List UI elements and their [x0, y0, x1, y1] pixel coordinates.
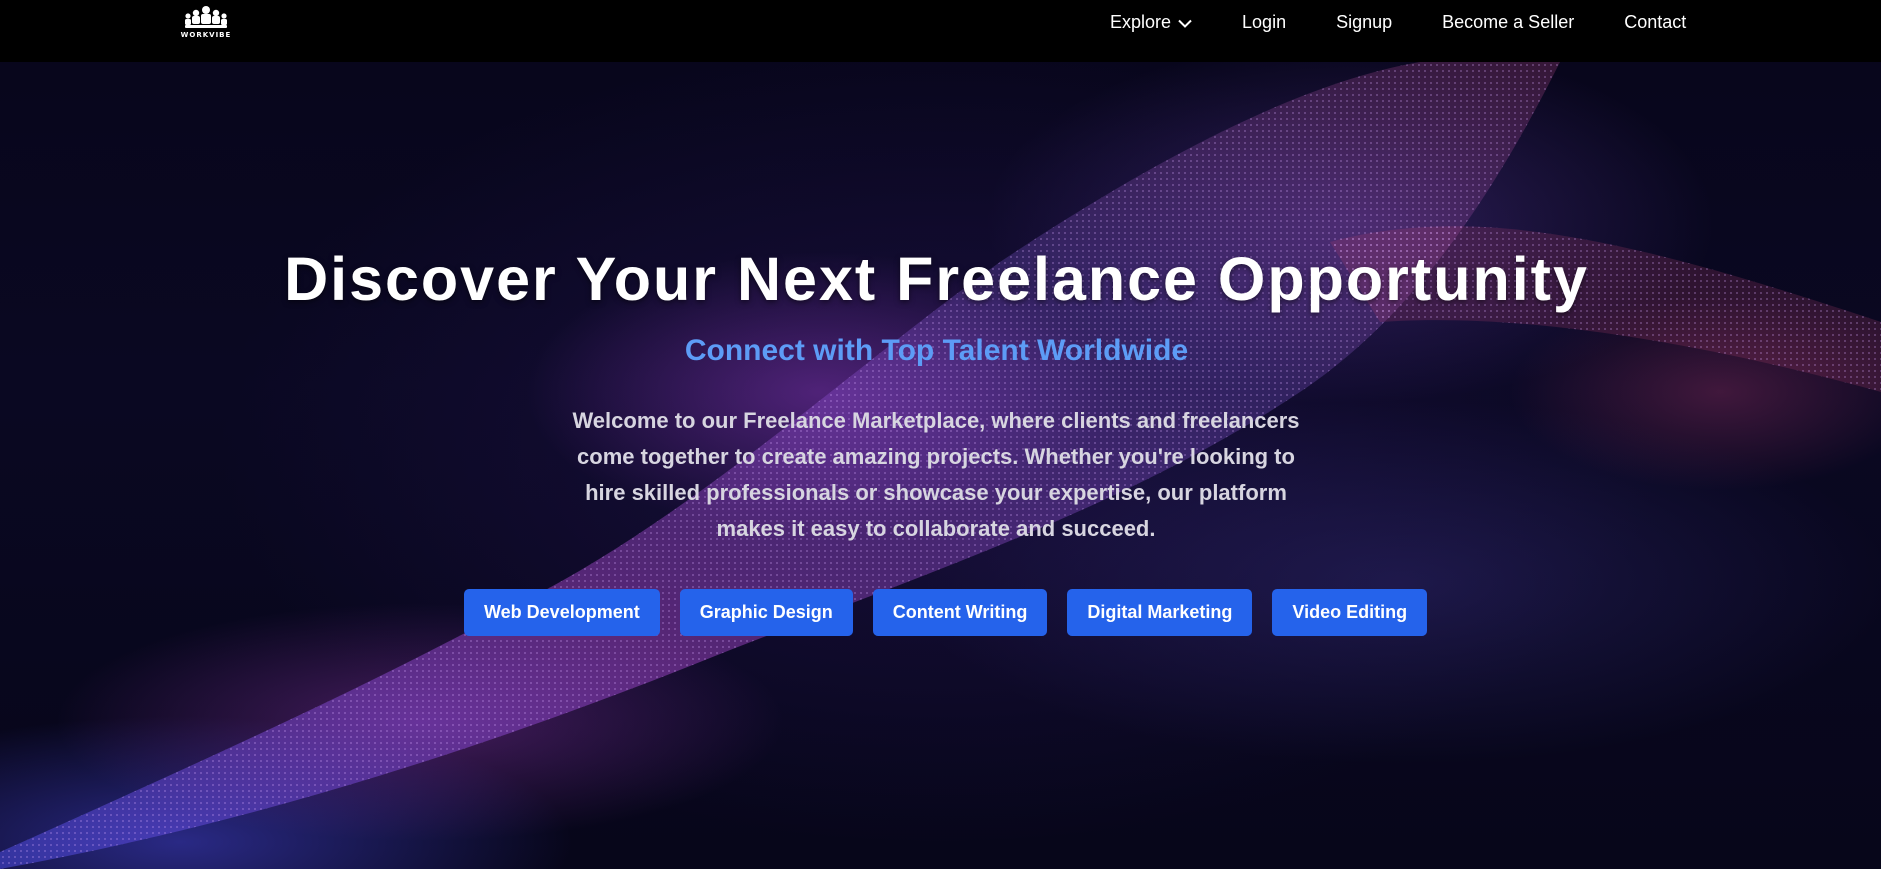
category-buttons: Web Development Graphic Design Content W… — [464, 589, 1428, 636]
category-video-editing-button[interactable]: Video Editing — [1272, 589, 1428, 636]
main-nav: Explore Login Signup Become a Seller Con… — [1110, 0, 1686, 44]
hero-subtitle: Connect with Top Talent Worldwide — [684, 334, 1189, 367]
brand-logo[interactable]: WORKVIBE — [178, 4, 234, 44]
logo-wordmark: WORKVIBE — [180, 31, 232, 39]
hero-description: Welcome to our Freelance Marketplace, wh… — [572, 408, 1300, 541]
hero-title: Discover Your Next Freelance Opportunity — [284, 245, 1589, 313]
people-group-icon — [185, 6, 227, 28]
category-web-development-button[interactable]: Web Development — [464, 589, 660, 636]
hero-section: Discover Your Next Freelance Opportunity… — [0, 62, 1881, 869]
nav-signup[interactable]: Signup — [1336, 12, 1392, 33]
chevron-down-icon — [1178, 19, 1192, 28]
nav-explore-label: Explore — [1110, 11, 1172, 32]
nav-become-seller[interactable]: Become a Seller — [1442, 12, 1574, 33]
category-digital-marketing-button[interactable]: Digital Marketing — [1067, 589, 1253, 636]
top-navbar: WORKVIBE Explore Login Signup Become a S… — [0, 0, 1881, 62]
nav-explore[interactable]: Explore — [1110, 12, 1192, 33]
category-graphic-design-button[interactable]: Graphic Design — [679, 589, 853, 636]
nav-contact[interactable]: Contact — [1624, 12, 1686, 33]
category-content-writing-button[interactable]: Content Writing — [872, 589, 1048, 636]
nav-login[interactable]: Login — [1242, 12, 1286, 33]
